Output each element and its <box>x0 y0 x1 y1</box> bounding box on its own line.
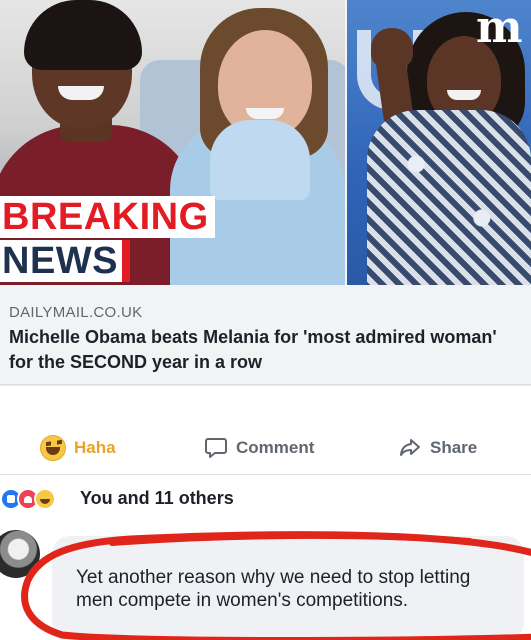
haha-label: Haha <box>74 438 116 457</box>
waving-hand <box>371 28 413 68</box>
haha-button[interactable]: Haha <box>40 430 116 466</box>
person-right-dress <box>367 110 531 285</box>
share-label: Share <box>430 438 478 457</box>
share-icon <box>398 436 422 460</box>
actions-divider <box>0 474 531 475</box>
comment-button[interactable]: Comment <box>204 430 314 466</box>
news-accent-bar <box>122 240 130 282</box>
link-domain: DAILYMAIL.CO.UK <box>9 304 143 321</box>
share-button[interactable]: Share <box>398 430 477 466</box>
link-title[interactable]: Michelle Obama beats Melania for 'most a… <box>9 325 524 375</box>
person-left-smile <box>58 86 104 100</box>
news-label: NEWS <box>0 240 122 282</box>
comment-label: Comment <box>236 438 315 457</box>
dailymail-logo: m <box>476 2 523 53</box>
person-middle-collar <box>210 120 310 200</box>
breaking-label: BREAKING <box>0 196 215 238</box>
haha-icon <box>40 435 66 461</box>
comment-icon <box>204 436 228 460</box>
reactions-summary[interactable]: You and 11 others <box>80 488 234 509</box>
person-left-hair <box>24 0 142 70</box>
reaction-icons[interactable] <box>0 485 56 513</box>
person-middle-smile <box>246 108 284 119</box>
post-image[interactable]: m BREAKING NEWS <box>0 0 531 285</box>
haha-reaction-icon <box>34 488 56 510</box>
person-right-smile <box>447 90 481 100</box>
comment-text: Yet another reason why we need to stop l… <box>76 567 471 611</box>
